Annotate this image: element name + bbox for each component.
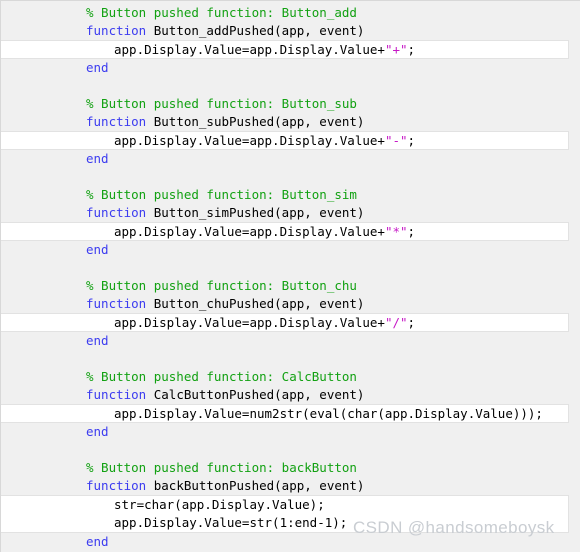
matlab-code-editor[interactable]: % Button pushed function: Button_addfunc… bbox=[0, 0, 580, 552]
code-token-pln: app.Display.Value=app.Display.Value+ bbox=[114, 224, 385, 239]
code-line[interactable]: end bbox=[1, 423, 580, 441]
code-token-kw: function bbox=[86, 114, 147, 129]
code-line[interactable]: % Button pushed function: Button_chu bbox=[1, 277, 580, 295]
code-token-pln: app.Display.Value=str(1:end-1); bbox=[114, 515, 348, 530]
code-token-pln: backButtonPushed(app, event) bbox=[146, 478, 365, 493]
code-line[interactable]: function CalcButtonPushed(app, event) bbox=[1, 386, 580, 404]
code-line[interactable]: % Button pushed function: Button_add bbox=[1, 4, 580, 22]
code-line[interactable]: function backButtonPushed(app, event) bbox=[1, 477, 580, 495]
code-token-cmt: % Button pushed function: backButton bbox=[86, 460, 357, 475]
code-token-kw: end bbox=[86, 534, 109, 549]
code-token-kw: end bbox=[86, 60, 109, 75]
code-line[interactable] bbox=[1, 350, 580, 368]
code-line[interactable]: function Button_chuPushed(app, event) bbox=[1, 295, 580, 313]
code-token-pln: app.Display.Value=num2str(eval(char(app.… bbox=[114, 406, 543, 421]
code-token-str: "-" bbox=[384, 133, 408, 148]
code-token-str: "+" bbox=[384, 42, 408, 57]
code-line[interactable]: % Button pushed function: CalcButton bbox=[1, 368, 580, 386]
code-token-cmt: % Button pushed function: Button_chu bbox=[86, 278, 357, 293]
code-line[interactable]: % Button pushed function: Button_sub bbox=[1, 95, 580, 113]
code-line[interactable] bbox=[1, 441, 580, 459]
code-token-pln: ; bbox=[407, 315, 416, 330]
code-line[interactable]: % Button pushed function: backButton bbox=[1, 459, 580, 477]
code-line-editable[interactable]: app.Display.Value=app.Display.Value+"+"; bbox=[1, 40, 569, 59]
code-line[interactable]: end bbox=[1, 241, 580, 259]
code-line[interactable]: function Button_subPushed(app, event) bbox=[1, 113, 580, 131]
code-line-editable[interactable]: app.Display.Value=str(1:end-1); bbox=[1, 514, 569, 533]
code-line[interactable]: end bbox=[1, 332, 580, 350]
code-token-pln: CalcButtonPushed(app, event) bbox=[146, 387, 365, 402]
code-line[interactable]: function Button_simPushed(app, event) bbox=[1, 204, 580, 222]
code-line-editable[interactable]: app.Display.Value=app.Display.Value+"-"; bbox=[1, 131, 569, 150]
code-token-kw: end bbox=[86, 333, 109, 348]
code-token-pln: Button_subPushed(app, event) bbox=[146, 114, 365, 129]
code-token-cmt: % Button pushed function: Button_sub bbox=[86, 96, 357, 111]
code-token-str: "*" bbox=[384, 224, 408, 239]
code-token-pln: ; bbox=[407, 42, 416, 57]
code-line[interactable] bbox=[1, 77, 580, 95]
code-token-kw: end bbox=[86, 151, 109, 166]
code-token-pln: app.Display.Value=app.Display.Value+ bbox=[114, 42, 385, 57]
code-token-kw: end bbox=[86, 424, 109, 439]
code-token-kw: function bbox=[86, 478, 147, 493]
code-token-kw: function bbox=[86, 23, 147, 38]
code-line[interactable]: function Button_addPushed(app, event) bbox=[1, 22, 580, 40]
code-token-kw: end bbox=[86, 242, 109, 257]
code-line[interactable] bbox=[1, 259, 580, 277]
code-token-kw: function bbox=[86, 387, 147, 402]
code-area[interactable]: % Button pushed function: Button_addfunc… bbox=[1, 1, 580, 551]
code-line[interactable]: end bbox=[1, 150, 580, 168]
code-line[interactable] bbox=[1, 168, 580, 186]
code-line[interactable]: % Button pushed function: Button_sim bbox=[1, 186, 580, 204]
code-line[interactable]: end bbox=[1, 533, 580, 551]
code-token-cmt: % Button pushed function: Button_sim bbox=[86, 187, 357, 202]
code-token-kw: function bbox=[86, 205, 147, 220]
code-line-editable[interactable]: app.Display.Value=app.Display.Value+"/"; bbox=[1, 313, 569, 332]
code-line[interactable]: end bbox=[1, 59, 580, 77]
code-line-editable[interactable]: str=char(app.Display.Value); bbox=[1, 495, 569, 514]
code-token-pln: Button_chuPushed(app, event) bbox=[146, 296, 365, 311]
code-token-str: "/" bbox=[384, 315, 408, 330]
code-token-pln: ; bbox=[407, 133, 416, 148]
code-token-pln: app.Display.Value=app.Display.Value+ bbox=[114, 133, 385, 148]
code-token-pln: Button_simPushed(app, event) bbox=[146, 205, 365, 220]
code-token-cmt: % Button pushed function: Button_add bbox=[86, 5, 357, 20]
code-token-pln: app.Display.Value=app.Display.Value+ bbox=[114, 315, 385, 330]
code-token-kw: function bbox=[86, 296, 147, 311]
code-token-cmt: % Button pushed function: CalcButton bbox=[86, 369, 357, 384]
code-token-pln: Button_addPushed(app, event) bbox=[146, 23, 365, 38]
code-line-editable[interactable]: app.Display.Value=num2str(eval(char(app.… bbox=[1, 404, 569, 423]
code-line-editable[interactable]: app.Display.Value=app.Display.Value+"*"; bbox=[1, 222, 569, 241]
code-token-pln: ; bbox=[407, 224, 416, 239]
code-token-pln: str=char(app.Display.Value); bbox=[114, 497, 325, 512]
